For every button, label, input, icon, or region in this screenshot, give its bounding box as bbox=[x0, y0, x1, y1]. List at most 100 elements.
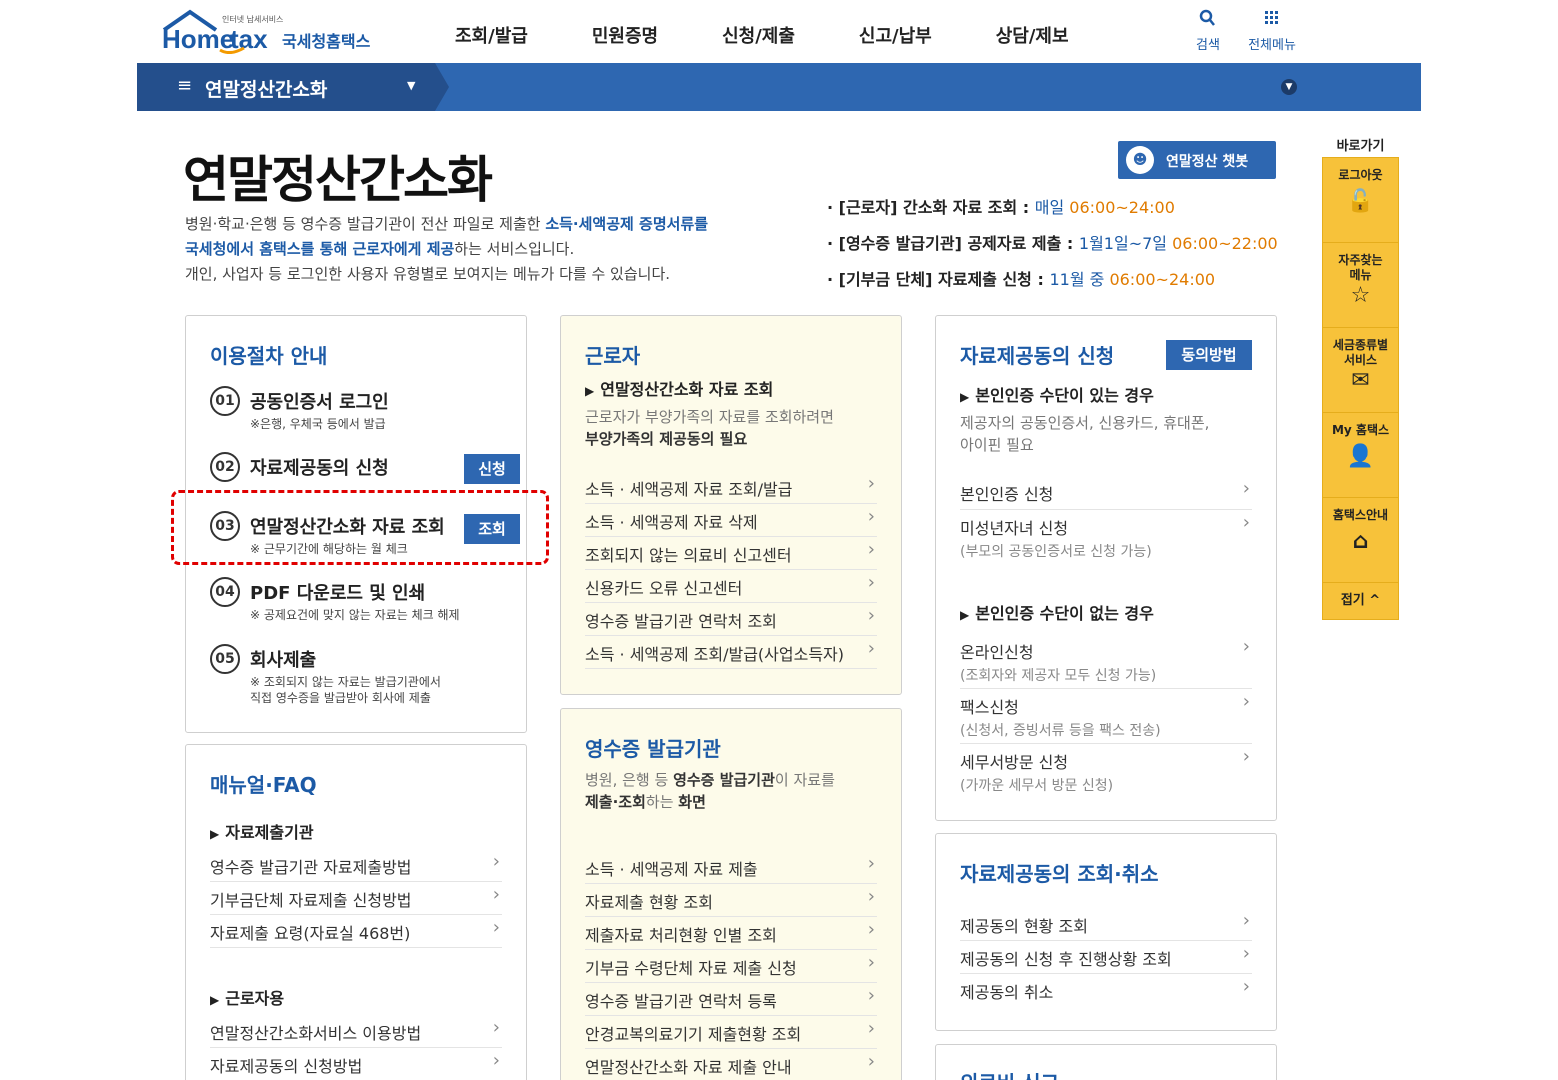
list-item[interactable]: 세무서방문 신청 (가까운 세무서 방문 신청) bbox=[960, 744, 1252, 799]
worker-card: 근로자 연말정산간소화 자료 조회 근로자가 부양가족의 자료를 조회하려면 부… bbox=[560, 315, 902, 695]
search-button[interactable]: 검색 bbox=[1193, 8, 1223, 53]
list-item-label: 미성년자녀 신청 bbox=[960, 519, 1069, 538]
nav-report[interactable]: 신고/납부 bbox=[859, 22, 932, 48]
step-title: 자료제공동의 신청 bbox=[250, 458, 389, 479]
list-item[interactable]: 영수증 발급기관 연락처 등록 bbox=[585, 983, 877, 1016]
step-number: 01 bbox=[210, 386, 240, 416]
logo-subtitle: 인터넷 납세서비스 bbox=[222, 15, 284, 24]
list-item[interactable]: 미성년자녀 신청 (부모의 공동인증서로 신청 가능) bbox=[960, 510, 1252, 564]
list-item-sub: (부모의 공동인증서로 신청 가능) bbox=[960, 544, 1152, 560]
list-item[interactable]: 기부금단체 자료제출 신청방법 bbox=[210, 882, 502, 915]
issuer-desc-bold: 제출·조회 bbox=[585, 793, 646, 811]
list-item[interactable]: 본인인증 신청 bbox=[960, 476, 1252, 510]
current-menu-selector[interactable]: ≡ 연말정산간소화 ▼ bbox=[137, 63, 449, 111]
procedure-title: 이용절차 안내 bbox=[210, 344, 328, 368]
list-item[interactable]: 제공동의 취소 bbox=[960, 974, 1252, 1007]
list-item[interactable]: 안경교복의료기기 제출현황 조회 bbox=[585, 1016, 877, 1049]
list-item[interactable]: 자료제공동의 신청방법 bbox=[210, 1048, 502, 1080]
step-note: ※ 조회되지 않는 자료는 발급기관에서 bbox=[250, 675, 441, 689]
list-item[interactable]: 조회되지 않는 의료비 신고센터 bbox=[585, 537, 877, 570]
hamburger-icon: ≡ bbox=[177, 75, 193, 96]
quick-menu-body: 로그아웃 🔓 자주찾는 메뉴 ☆ 세금종류별 서비스 ✉ My 홈택스 👤 홈택… bbox=[1322, 157, 1399, 620]
nav-inquiry[interactable]: 조회/발급 bbox=[455, 22, 528, 48]
consent-card: 자료제공동의 신청 동의방법 본인인증 수단이 있는 경우 제공자의 공동인증서… bbox=[935, 315, 1277, 821]
quick-logout[interactable]: 로그아웃 🔓 bbox=[1323, 158, 1398, 243]
svg-text:tax: tax bbox=[230, 24, 268, 54]
list-item[interactable]: 제공동의 신청 후 진행상황 조회 bbox=[960, 941, 1252, 974]
issuer-desc: 병원, 은행 등 영수증 발급기관이 자료를 제출·조회하는 화면 bbox=[585, 769, 835, 813]
hometax-logo[interactable]: Home tax 인터넷 납세서비스 국세청홈택스 bbox=[160, 8, 390, 54]
worker-desc-line1: 근로자가 부양가족의 자료를 조회하려면 bbox=[585, 408, 834, 426]
consent-links-auth: 본인인증 신청 미성년자녀 신청 (부모의 공동인증서로 신청 가능) bbox=[960, 476, 1252, 564]
manual-links-institution: 영수증 발급기관 자료제출방법 기부금단체 자료제출 신청방법 자료제출 요령(… bbox=[210, 849, 502, 948]
list-item[interactable]: 기부금 수령단체 자료 제출 신청 bbox=[585, 950, 877, 983]
issuer-desc-part: 이 자료를 bbox=[774, 771, 835, 789]
list-item[interactable]: 신용카드 오류 신고센터 bbox=[585, 570, 877, 603]
nav-consult[interactable]: 상담/제보 bbox=[996, 22, 1069, 48]
consent-desc-line2: 아이핀 필요 bbox=[960, 436, 1034, 454]
step-1: 01 공동인증서 로그인 ※은행, 우체국 등에서 발급 bbox=[210, 386, 510, 436]
manual-group-institution: 자료제출기관 bbox=[210, 819, 313, 843]
consent-view-title: 자료제공동의 조회·취소 bbox=[960, 862, 1159, 886]
list-item[interactable]: 제공동의 현황 조회 bbox=[960, 908, 1252, 941]
quick-fold-button[interactable]: 접기 ^ bbox=[1323, 583, 1398, 619]
list-item[interactable]: 자료제출 요령(자료실 468번) bbox=[210, 915, 502, 948]
list-item[interactable]: 소득 · 세액공제 자료 제출 bbox=[585, 851, 877, 884]
nav-certificate[interactable]: 민원증명 bbox=[592, 22, 658, 48]
worker-desc-line2: 부양가족의 제공동의 필요 bbox=[585, 430, 748, 448]
chatbot-label: 연말정산 챗봇 bbox=[1166, 154, 1249, 170]
quick-label: 로그아웃 bbox=[1338, 168, 1383, 182]
quick-hometax-guide[interactable]: 홈택스안내 ⌂ bbox=[1323, 498, 1398, 583]
schedule-label: · [근로자] 간소화 자료 조회 : bbox=[827, 198, 1035, 217]
list-item-label: 온라인신청 bbox=[960, 643, 1034, 662]
list-item[interactable]: 영수증 발급기관 자료제출방법 bbox=[210, 849, 502, 882]
issuer-desc-part: 하는 bbox=[645, 793, 679, 811]
list-item-sub: (가까운 세무서 방문 신청) bbox=[960, 778, 1114, 794]
worker-subhead: 연말정산간소화 자료 조회 bbox=[585, 376, 773, 400]
list-item[interactable]: 소득 · 세액공제 자료 조회/발급 bbox=[585, 471, 877, 504]
intro-line2b: 하는 서비스입니다. bbox=[454, 240, 575, 258]
consent-desc-line1: 제공자의 공동인증서, 신용카드, 휴대폰, bbox=[960, 414, 1210, 432]
quick-label: 서비스 bbox=[1343, 353, 1378, 367]
all-menu-button[interactable]: 전체메뉴 bbox=[1243, 8, 1301, 53]
logo-text: 국세청홈택스 bbox=[282, 32, 371, 51]
quick-my-hometax[interactable]: My 홈택스 👤 bbox=[1323, 413, 1398, 498]
chatbot-icon: ☻ bbox=[1126, 146, 1154, 174]
list-item[interactable]: 소득 · 세액공제 자료 삭제 bbox=[585, 504, 877, 537]
quick-favorites[interactable]: 자주찾는 메뉴 ☆ bbox=[1323, 243, 1398, 328]
list-item[interactable]: 소득 · 세액공제 조회/발급(사업소득자) bbox=[585, 636, 877, 669]
worker-title: 근로자 bbox=[585, 344, 641, 368]
step-number: 02 bbox=[210, 452, 240, 482]
global-nav: 조회/발급 민원증명 신청/제출 신고/납부 상담/제보 bbox=[455, 22, 1133, 48]
quick-label: My 홈택스 bbox=[1331, 423, 1390, 437]
issuer-card: 영수증 발급기관 병원, 은행 등 영수증 발급기관이 자료를 제출·조회하는 … bbox=[560, 708, 902, 1080]
nav-apply[interactable]: 신청/제출 bbox=[722, 22, 795, 48]
expand-chevron-icon[interactable]: ▼ bbox=[1281, 79, 1297, 95]
list-item[interactable]: 연말정산간소화서비스 이용방법 bbox=[210, 1015, 502, 1048]
current-menu-title: 연말정산간소화 bbox=[205, 79, 328, 101]
intro-line1b: 소득·세액공제 증명서류를 bbox=[545, 215, 709, 233]
list-item[interactable]: 제출자료 처리현황 인별 조회 bbox=[585, 917, 877, 950]
consent-view-links: 제공동의 현황 조회 제공동의 신청 후 진행상황 조회 제공동의 취소 bbox=[960, 908, 1252, 1007]
star-icon: ☆ bbox=[1350, 283, 1371, 308]
step-title: PDF 다운로드 및 인쇄 bbox=[250, 583, 426, 604]
consent-view-card: 자료제공동의 조회·취소 제공동의 현황 조회 제공동의 신청 후 진행상황 조… bbox=[935, 833, 1277, 1031]
quick-menu: 바로가기 로그아웃 🔓 자주찾는 메뉴 ☆ 세금종류별 서비스 ✉ My 홈택스… bbox=[1322, 135, 1399, 620]
intro-text: 병원·학교·은행 등 영수증 발급기관이 전산 파일로 제출한 소득·세액공제 … bbox=[185, 212, 805, 287]
schedule-period: 1월1일~7일 bbox=[1078, 234, 1173, 253]
chatbot-button[interactable]: ☻ 연말정산 챗봇 bbox=[1118, 141, 1276, 179]
quick-label: 홈택스안내 bbox=[1332, 508, 1389, 522]
svg-text:Home: Home bbox=[162, 24, 234, 54]
list-item[interactable]: 팩스신청 (신청서, 증빙서류 등을 팩스 전송) bbox=[960, 689, 1252, 744]
consent-apply-button[interactable]: 신청 bbox=[464, 454, 520, 484]
list-item[interactable]: 온라인신청 (조회자와 제공자 모두 신청 가능) bbox=[960, 634, 1252, 689]
list-item[interactable]: 영수증 발급기관 연락처 조회 bbox=[585, 603, 877, 636]
list-item[interactable]: 자료제출 현황 조회 bbox=[585, 884, 877, 917]
list-item[interactable]: 연말정산간소화 자료 제출 안내 bbox=[585, 1049, 877, 1080]
consent-method-button[interactable]: 동의방법 bbox=[1166, 340, 1252, 370]
list-item-label: 팩스신청 bbox=[960, 698, 1019, 717]
manual-title: 매뉴얼·FAQ bbox=[210, 773, 317, 797]
quick-tax-type-service[interactable]: 세금종류별 서비스 ✉ bbox=[1323, 328, 1398, 413]
medical-report-card: 의료비 신고 bbox=[935, 1044, 1277, 1080]
issuer-title: 영수증 발급기관 bbox=[585, 737, 721, 761]
